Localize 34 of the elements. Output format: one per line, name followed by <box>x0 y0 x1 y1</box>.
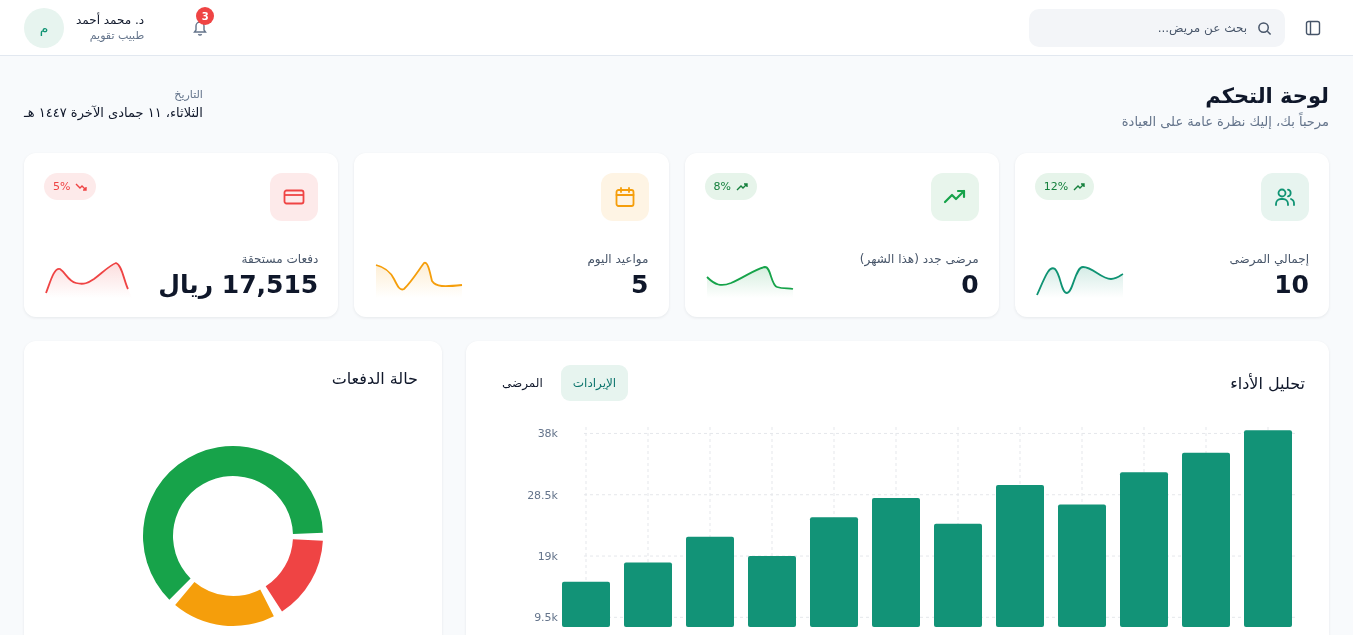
bar <box>562 581 610 627</box>
change-badge: 8% <box>704 173 757 200</box>
stat-value: 10 <box>1273 270 1309 299</box>
bell-icon[interactable] <box>192 19 209 36</box>
change-badge: 12% <box>1034 173 1095 200</box>
stat-label: إجمالي المرضى <box>1229 252 1309 266</box>
stat-value: 17,515 ريال <box>158 270 319 299</box>
panel-title: تحليل الأداء <box>1230 373 1305 393</box>
stat-value: 5 <box>630 270 649 299</box>
bar <box>748 556 796 627</box>
axis-tick-label: 19k <box>537 550 558 564</box>
date-label: التاريخ <box>173 88 203 101</box>
search-icon <box>1257 20 1272 36</box>
change-badge: 5% <box>44 173 97 200</box>
sidebar-toggle-icon[interactable] <box>1305 19 1321 36</box>
stat-value: 0 <box>960 270 979 299</box>
axis-tick-label: 9.5k <box>534 611 558 625</box>
date-text: الثلاثاء، ١١ جمادى الآخرة ١٤٤٧ هـ <box>24 105 203 120</box>
stat-label: مواعيد اليوم <box>587 252 649 266</box>
user-name: د. محمد أحمد <box>76 13 145 27</box>
chart-tab[interactable]: المرضى <box>490 365 555 401</box>
axis-tick-label: 38k <box>537 427 558 441</box>
avatar[interactable]: م <box>24 7 64 48</box>
panel-title: حالة الدفعات <box>330 369 418 388</box>
chart-tab[interactable]: الإيرادات <box>560 365 629 401</box>
axis-tick-label: 28.5k <box>527 488 558 502</box>
user-role: طبيب تقويم <box>88 29 145 42</box>
bar <box>624 562 672 627</box>
search-field[interactable]: بحث عن مريض... <box>1029 8 1285 47</box>
notification-badge: 3 <box>196 7 215 25</box>
stat-label: مرضى جدد (هذا الشهر) <box>859 252 979 266</box>
page-title: لوحة التحكم <box>1204 84 1329 108</box>
stat-label: دفعات مستحقة <box>240 252 319 266</box>
page-subtitle: مرحباً بك، إليك نظرة عامة على العيادة <box>1121 114 1329 129</box>
